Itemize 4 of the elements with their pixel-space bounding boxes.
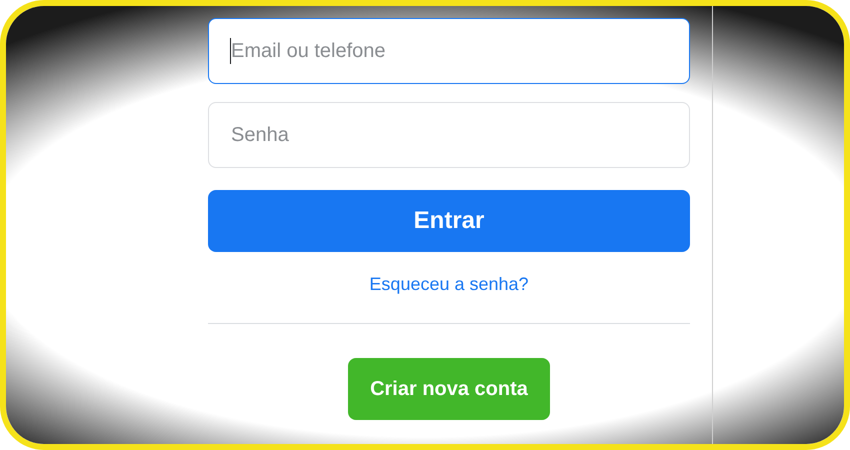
create-account-button[interactable]: Criar nova conta [348,358,550,420]
forgot-password-link[interactable]: Esqueceu a senha? [369,274,529,295]
input-field[interactable]: Email ou telefone [208,18,690,84]
login-button[interactable]: Entrar [208,190,690,252]
